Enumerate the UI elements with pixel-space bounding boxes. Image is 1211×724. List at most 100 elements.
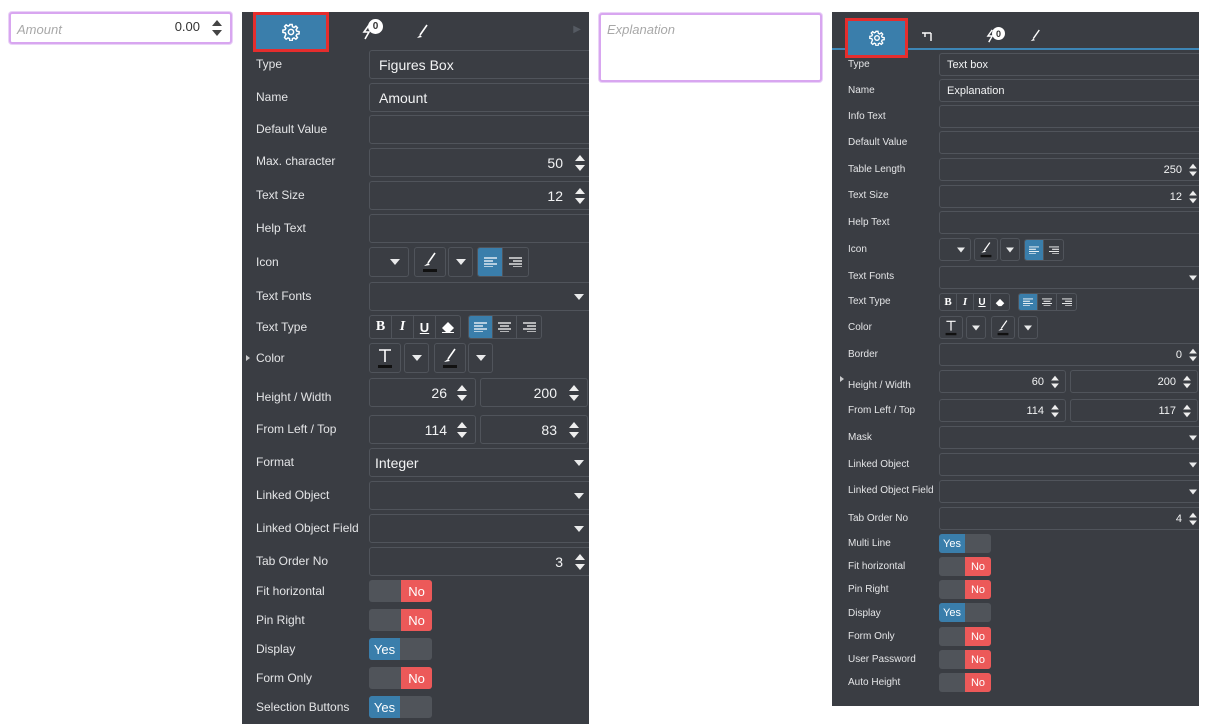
help-text-field[interactable] [939, 211, 1199, 234]
bg-color-dropdown[interactable] [468, 343, 493, 373]
tab-events[interactable]: 0 [970, 21, 1010, 51]
top-field[interactable]: 117 [1070, 399, 1198, 422]
name-field[interactable]: Amount [369, 83, 589, 112]
icon-select-button[interactable] [369, 247, 409, 277]
format-select[interactable]: Integer [369, 448, 589, 477]
align-right-icon[interactable] [517, 316, 541, 338]
multi-line-toggle[interactable]: Yes [939, 534, 991, 553]
default-value-field[interactable] [369, 115, 589, 144]
info-text-field[interactable] [939, 105, 1199, 128]
form-only-toggle[interactable]: No [369, 667, 432, 689]
height-field[interactable]: 26 [369, 378, 476, 407]
spinner-icon[interactable] [1183, 404, 1191, 418]
underline-icon[interactable]: U [974, 294, 991, 310]
align-left-icon[interactable] [469, 316, 493, 338]
user-password-toggle[interactable]: No [939, 650, 991, 669]
pin-right-toggle[interactable]: No [939, 580, 991, 599]
eraser-icon[interactable] [991, 294, 1009, 310]
icon-color-button[interactable] [974, 238, 998, 261]
spinner-icon[interactable] [569, 421, 579, 439]
selection-buttons-toggle[interactable]: Yes [369, 696, 432, 718]
tab-events[interactable]: 0 [342, 15, 392, 49]
bold-icon[interactable]: B [940, 294, 957, 310]
spinner-icon[interactable] [575, 187, 585, 205]
spinner-icon[interactable] [457, 421, 467, 439]
tab-layout[interactable] [914, 21, 940, 51]
table-length-field[interactable]: 250 [939, 158, 1199, 181]
tab-settings[interactable] [253, 12, 329, 52]
display-toggle[interactable]: Yes [369, 638, 432, 660]
left-field[interactable]: 114 [369, 415, 476, 444]
name-field[interactable]: Explanation [939, 79, 1199, 102]
text-color-dropdown[interactable] [404, 343, 429, 373]
spinner-icon[interactable] [1051, 404, 1059, 418]
spinner-icon[interactable] [1189, 348, 1197, 362]
spinner-icon[interactable] [1183, 375, 1191, 389]
display-toggle[interactable]: Yes [939, 603, 991, 622]
type-field[interactable]: Figures Box [369, 50, 589, 79]
border-field[interactable]: 0 [939, 343, 1199, 366]
icon-color-button[interactable] [414, 247, 446, 277]
help-text-field[interactable] [369, 214, 589, 243]
align-left-icon[interactable] [478, 248, 503, 276]
spinner-icon[interactable] [1189, 512, 1197, 526]
mask-select[interactable] [939, 426, 1199, 449]
text-fonts-select[interactable] [369, 282, 589, 311]
icon-select-button[interactable] [939, 238, 971, 261]
type-field[interactable]: Text box [939, 53, 1199, 76]
height-field[interactable]: 60 [939, 370, 1066, 393]
fit-horizontal-toggle[interactable]: No [369, 580, 432, 602]
tab-style[interactable] [402, 15, 442, 49]
tab-order-field[interactable]: 4 [939, 507, 1199, 530]
default-value-field[interactable] [939, 131, 1199, 154]
spinner-icon[interactable] [575, 553, 585, 571]
linked-object-field-select[interactable] [939, 480, 1199, 503]
align-right-icon[interactable] [1057, 294, 1076, 310]
amount-preview-field[interactable]: Amount 0.00 [9, 12, 232, 44]
align-right-icon[interactable] [503, 248, 528, 276]
max-character-field[interactable]: 50 [369, 148, 589, 177]
width-field[interactable]: 200 [480, 378, 588, 407]
spinner-icon[interactable] [1189, 163, 1197, 177]
spinner-icon[interactable] [212, 19, 222, 37]
text-size-field[interactable]: 12 [369, 181, 589, 210]
linked-object-select[interactable] [939, 453, 1199, 476]
italic-icon[interactable]: I [392, 316, 414, 338]
eraser-icon[interactable] [436, 316, 460, 338]
tab-settings[interactable] [845, 18, 908, 58]
bg-color-button[interactable] [434, 343, 466, 373]
pin-right-toggle[interactable]: No [369, 609, 432, 631]
spinner-icon[interactable] [1051, 375, 1059, 389]
left-field[interactable]: 114 [939, 399, 1066, 422]
text-size-field[interactable]: 12 [939, 185, 1199, 208]
form-only-toggle[interactable]: No [939, 627, 991, 646]
align-left-icon[interactable] [1019, 294, 1038, 310]
text-color-button[interactable] [939, 316, 963, 339]
scroll-right-icon[interactable]: ▶ [573, 24, 581, 35]
top-field[interactable]: 83 [480, 415, 588, 444]
icon-color-dropdown[interactable] [448, 247, 473, 277]
explanation-preview-field[interactable]: Explanation [599, 13, 822, 82]
bg-color-dropdown[interactable] [1018, 316, 1038, 339]
text-fonts-select[interactable] [939, 266, 1199, 289]
spinner-icon[interactable] [569, 384, 579, 402]
width-field[interactable]: 200 [1070, 370, 1198, 393]
tab-order-field[interactable]: 3 [369, 547, 589, 576]
linked-object-select[interactable] [369, 481, 589, 510]
align-center-icon[interactable] [493, 316, 517, 338]
spinner-icon[interactable] [1189, 190, 1197, 204]
spinner-icon[interactable] [575, 154, 585, 172]
align-left-icon[interactable] [1025, 240, 1044, 260]
text-color-dropdown[interactable] [966, 316, 986, 339]
bold-icon[interactable]: B [370, 316, 392, 338]
text-color-button[interactable] [369, 343, 401, 373]
underline-icon[interactable]: U [414, 316, 436, 338]
align-center-icon[interactable] [1038, 294, 1057, 310]
align-right-icon[interactable] [1044, 240, 1063, 260]
auto-height-toggle[interactable]: No [939, 673, 991, 692]
bg-color-button[interactable] [991, 316, 1015, 339]
tab-style[interactable] [1022, 21, 1048, 51]
fit-horizontal-toggle[interactable]: No [939, 557, 991, 576]
icon-color-dropdown[interactable] [1000, 238, 1020, 261]
spinner-icon[interactable] [457, 384, 467, 402]
